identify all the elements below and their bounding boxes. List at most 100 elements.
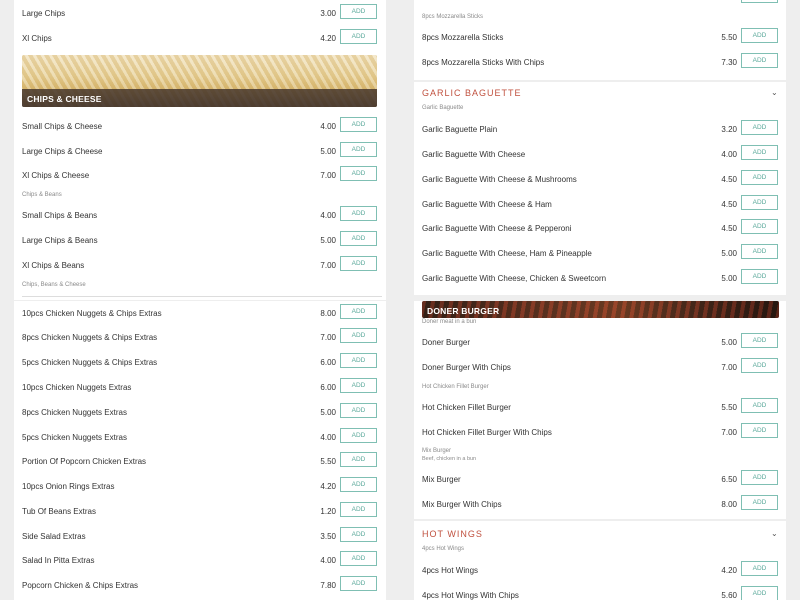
menu-item-row: Garlic Baguette With Cheese & Pepperoni … xyxy=(414,219,786,243)
chevron-down-icon[interactable]: ⌄ xyxy=(771,529,778,538)
subcategory-label: Hot Chicken Fillet Burger xyxy=(422,384,489,390)
item-price: 5.60 xyxy=(721,591,737,600)
chevron-down-icon[interactable]: ⌄ xyxy=(771,88,778,97)
add-button[interactable]: ADD xyxy=(741,28,778,43)
item-name: 10pcs Onion Rings Extras xyxy=(22,482,115,491)
add-button[interactable]: ADD xyxy=(741,470,778,485)
item-name: 5pcs Chicken Nuggets & Chips Extras xyxy=(22,358,158,367)
menu-item-row: 5pcs Chicken Nuggets & Chips Extras 6.00… xyxy=(14,353,386,377)
menu-item-row: Large Chips 3.00 ADD xyxy=(14,4,386,28)
item-name: 8pcs Mozzarella Sticks xyxy=(422,33,504,42)
item-name: Garlic Baguette With Cheese xyxy=(422,150,526,159)
add-button[interactable]: ADD xyxy=(340,206,377,221)
item-name: Tub Of Beans Extras xyxy=(22,507,96,516)
menu-item-row: Hot Chicken Fillet Burger 5.50 ADD xyxy=(414,398,786,422)
add-button[interactable]: ADD xyxy=(340,452,377,467)
add-button[interactable]: ADD xyxy=(741,170,778,185)
category-banner: CHIPS & CHEESE xyxy=(22,55,377,107)
item-name: Xl Chips xyxy=(22,34,52,43)
item-name: 5pcs Chicken Nuggets Extras xyxy=(22,433,127,442)
add-button[interactable]: ADD xyxy=(741,561,778,576)
menu-section-doner-burger: DONER BURGER Doner meat in a bun Doner B… xyxy=(414,301,786,519)
add-button[interactable]: ADD xyxy=(741,145,778,160)
menu-section-garlic-baguette: GARLIC BAGUETTE ⌄ Garlic Baguette Garlic… xyxy=(414,82,786,295)
item-price: 5.00 xyxy=(320,236,336,245)
item-name: Large Chips & Cheese xyxy=(22,147,103,156)
item-price: 4.00 xyxy=(320,433,336,442)
menu-item-row: 8pcs Mozzarella Sticks With Chips 7.30 A… xyxy=(414,53,786,77)
add-button[interactable]: ADD xyxy=(741,333,778,348)
add-button[interactable]: ADD xyxy=(741,495,778,510)
item-name: Hot Chicken Fillet Burger With Chips xyxy=(422,428,552,437)
add-button[interactable]: ADD xyxy=(340,403,377,418)
menu-panel-right-top: 8pcs Mozzarella Sticks 8pcs Mozzarella S… xyxy=(414,0,786,80)
menu-item-row: Garlic Baguette With Cheese & Mushrooms … xyxy=(414,170,786,194)
subcategory-label: Chips & Beans xyxy=(22,192,62,198)
add-button[interactable]: ADD xyxy=(741,219,778,234)
menu-item-row: Garlic Baguette With Cheese 4.00 ADD xyxy=(414,145,786,169)
add-button[interactable]: ADD xyxy=(741,120,778,135)
item-name: Doner Burger With Chips xyxy=(422,363,511,372)
item-price: 7.00 xyxy=(320,261,336,270)
item-price: 4.20 xyxy=(721,566,737,575)
item-name: Garlic Baguette With Cheese & Pepperoni xyxy=(422,224,572,233)
item-name: Mix Burger xyxy=(422,475,461,484)
item-name: Garlic Baguette With Cheese & Mushrooms xyxy=(422,175,577,184)
menu-item-row: Xl Chips & Beans 7.00 ADD xyxy=(14,256,386,280)
add-button[interactable]: ADD xyxy=(340,29,377,44)
menu-item-row: Small Chips & Beans 4.00 ADD xyxy=(14,206,386,230)
menu-item-row: Garlic Baguette Plain 3.20 ADD xyxy=(414,120,786,144)
menu-item-row: 10pcs Chicken Nuggets Extras 6.00 ADD xyxy=(14,378,386,402)
item-price: 5.00 xyxy=(721,274,737,283)
add-button[interactable]: ADD xyxy=(340,551,377,566)
subcategory-label: 4pcs Hot Wings xyxy=(422,546,465,552)
add-button[interactable]: ADD xyxy=(340,428,377,443)
menu-item-row: Garlic Baguette With Cheese, Chicken & S… xyxy=(414,269,786,293)
item-name: Mix Burger With Chips xyxy=(422,500,502,509)
item-name: Hot Chicken Fillet Burger xyxy=(422,403,511,412)
add-button[interactable]: ADD xyxy=(340,502,377,517)
add-button[interactable]: ADD xyxy=(340,4,377,19)
add-button[interactable]: ADD xyxy=(340,353,377,368)
item-name: 8pcs Chicken Nuggets & Chips Extras xyxy=(22,333,158,342)
category-banner: DONER BURGER xyxy=(422,301,779,318)
menu-item-row: Small Chips & Cheese 4.00 ADD xyxy=(14,117,386,141)
item-price: 3.50 xyxy=(320,532,336,541)
menu-item-row: 5pcs Chicken Nuggets Extras 4.00 ADD xyxy=(14,428,386,452)
menu-item-row: Garlic Baguette With Cheese, Ham & Pinea… xyxy=(414,244,786,268)
add-button[interactable]: ADD xyxy=(340,328,377,343)
section-title[interactable]: HOT WINGS xyxy=(422,529,483,539)
item-name: Salad In Pitta Extras xyxy=(22,556,95,565)
add-button[interactable]: ADD xyxy=(340,304,377,319)
add-button[interactable]: ADD xyxy=(340,477,377,492)
add-button[interactable]: ADD xyxy=(340,166,377,181)
add-button[interactable]: ADD xyxy=(340,256,377,271)
item-price: 7.00 xyxy=(721,428,737,437)
category-title: DONER BURGER xyxy=(427,306,500,316)
add-button[interactable]: ADD xyxy=(340,117,377,132)
add-button[interactable]: ADD xyxy=(340,231,377,246)
add-button[interactable]: ADD xyxy=(741,244,778,259)
add-button[interactable]: ADD xyxy=(741,53,778,68)
item-price: 4.20 xyxy=(320,482,336,491)
add-button[interactable]: ADD xyxy=(741,586,778,600)
menu-item-row: Doner Burger 5.00 ADD xyxy=(414,333,786,357)
menu-item-row: Xl Chips & Cheese 7.00 ADD xyxy=(14,166,386,190)
menu-item-row: 4pcs Hot Wings 4.20 ADD xyxy=(414,561,786,585)
add-button[interactable]: ADD xyxy=(741,423,778,438)
add-button[interactable]: ADD xyxy=(340,378,377,393)
add-button[interactable]: ADD xyxy=(741,398,778,413)
item-price: 5.00 xyxy=(320,147,336,156)
add-button[interactable]: ADD xyxy=(340,527,377,542)
add-button[interactable]: ADD xyxy=(741,358,778,373)
cut-off-row xyxy=(22,296,382,300)
section-title[interactable]: GARLIC BAGUETTE xyxy=(422,88,522,98)
subcategory-label: Garlic Baguette xyxy=(422,105,464,111)
add-button[interactable]: ADD xyxy=(340,576,377,591)
menu-panel-left-top: Large Chips 3.00 ADD Xl Chips 4.20 ADD C… xyxy=(14,0,386,300)
item-price: 7.00 xyxy=(721,363,737,372)
add-button[interactable]: ADD xyxy=(340,142,377,157)
add-button[interactable]: ADD xyxy=(741,269,778,284)
item-name: 4pcs Hot Wings xyxy=(422,566,479,575)
add-button[interactable]: ADD xyxy=(741,195,778,210)
